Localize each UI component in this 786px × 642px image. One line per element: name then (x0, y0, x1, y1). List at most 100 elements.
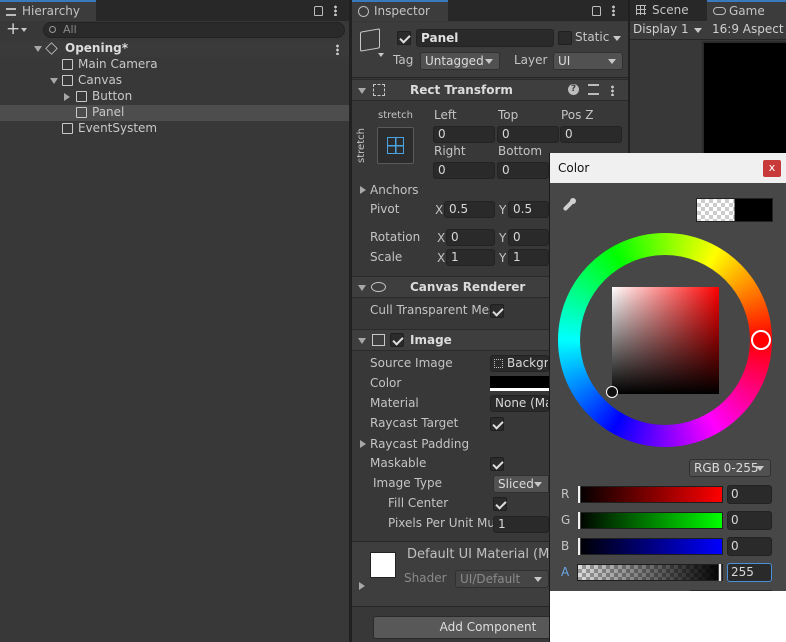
fill-center-label: Fill Center (388, 496, 449, 510)
scale-y-field[interactable]: 1 (508, 249, 549, 266)
image-type-label: Image Type (373, 476, 442, 490)
pivot-x-field[interactable]: 0.5 (444, 201, 495, 218)
hierarchy-search-field[interactable]: All (43, 22, 345, 38)
g-slider[interactable] (577, 511, 723, 530)
r-value-field[interactable]: 0 (727, 485, 772, 504)
right-label: Right (434, 144, 466, 158)
right-field[interactable]: 0 (433, 162, 495, 179)
b-slider-thumb[interactable] (577, 537, 581, 556)
g-value-field[interactable]: 0 (727, 511, 772, 530)
raycast-target-checkbox[interactable] (490, 417, 504, 431)
foldout-arrow-icon[interactable] (358, 338, 366, 344)
ppu-field[interactable]: 1 (493, 516, 549, 533)
maskable-checkbox[interactable] (490, 457, 504, 471)
scale-x-field[interactable]: 1 (446, 249, 495, 266)
posz-field[interactable]: 0 (560, 126, 622, 143)
help-icon[interactable]: ? (568, 84, 579, 95)
aspect-dropdown[interactable]: 16:9 Aspect (712, 22, 784, 36)
material-foldout-icon[interactable] (359, 582, 365, 590)
expand-arrow-icon[interactable] (34, 46, 42, 52)
rotation-x-label: X (437, 231, 446, 245)
scene-row[interactable]: Opening* (0, 41, 349, 57)
active-checkbox[interactable] (397, 31, 411, 45)
static-checkbox[interactable] (558, 31, 572, 45)
a-value-field[interactable]: 255 (727, 563, 772, 582)
rect-transform-header[interactable]: Rect Transform ? (352, 79, 628, 101)
cull-checkbox[interactable] (490, 304, 504, 318)
a-slider[interactable] (577, 563, 723, 582)
pivot-x-label: X (435, 203, 444, 217)
add-button[interactable]: + (4, 19, 34, 39)
raycast-padding-label[interactable]: Raycast Padding (370, 437, 469, 451)
object-name-field[interactable]: Panel (416, 29, 554, 47)
sv-handle[interactable] (606, 386, 618, 398)
tab-scene[interactable]: Scene (630, 0, 706, 21)
r-slider-thumb[interactable] (577, 485, 581, 504)
hierarchy-item-eventsystem[interactable]: EventSystem (0, 121, 349, 137)
foldout-arrow-icon[interactable] (358, 88, 366, 94)
hierarchy-item-button[interactable]: Button (0, 89, 349, 105)
hierarchy-item-panel[interactable]: Panel (0, 105, 349, 121)
tab-inspector[interactable]: Inspector (352, 0, 448, 21)
b-slider[interactable] (577, 537, 723, 556)
a-label: A (561, 565, 570, 579)
raycast-padding-foldout-icon[interactable] (360, 440, 366, 448)
saturation-value-square[interactable] (612, 287, 719, 394)
r-slider[interactable] (577, 485, 723, 504)
anchors-label[interactable]: Anchors (370, 183, 419, 197)
preset-sliders-icon[interactable] (588, 84, 599, 95)
rotation-x-field[interactable]: 0 (446, 229, 495, 246)
scale-y-label: Y (499, 251, 507, 265)
bottom-field[interactable]: 0 (497, 162, 549, 179)
anchors-foldout-icon[interactable] (360, 186, 366, 194)
tab-game[interactable]: Game (707, 0, 786, 21)
close-button[interactable]: x (763, 160, 781, 177)
rotation-y-field[interactable]: 0 (508, 229, 549, 246)
a-slider-thumb[interactable] (718, 563, 722, 582)
image-enabled-checkbox[interactable] (390, 333, 404, 347)
gamepad-icon (713, 7, 726, 15)
scale-x-label: X (437, 251, 446, 265)
gameobject-large-icon[interactable] (360, 28, 380, 52)
shader-dropdown[interactable]: UI/Default (455, 570, 549, 588)
inspector-menu-icon[interactable] (612, 5, 615, 16)
menu-kebab-icon[interactable] (334, 5, 337, 16)
color-picker-titlebar[interactable]: Color (550, 153, 786, 183)
material-field[interactable]: None (Ma (490, 395, 549, 412)
b-value-field[interactable]: 0 (727, 537, 772, 556)
display-dropdown[interactable]: Display 1 (631, 21, 705, 40)
lock-icon[interactable] (314, 6, 323, 16)
color-swatch-field[interactable] (490, 376, 549, 391)
static-dropdown[interactable]: Static (573, 29, 623, 47)
tab-hierarchy[interactable]: Hierarchy (0, 0, 96, 21)
hue-handle[interactable] (751, 330, 771, 350)
layer-dropdown[interactable]: UI (553, 52, 623, 70)
component-menu-icon[interactable] (611, 85, 614, 96)
canvas-renderer-title: Canvas Renderer (410, 280, 526, 294)
color-picker-window: Color x RGB 0-255 R 0 G 0 B 0 A 255 (549, 153, 786, 642)
gameobject-icon (62, 75, 73, 86)
g-slider-thumb[interactable] (577, 511, 581, 530)
fill-center-checkbox[interactable] (493, 497, 507, 511)
pivot-y-field[interactable]: 0.5 (508, 201, 549, 218)
tag-dropdown[interactable]: Untagged (420, 52, 500, 70)
source-image-field[interactable]: Backgr (490, 355, 549, 372)
left-label: Left (434, 108, 457, 122)
rect-transform-title: Rect Transform (410, 83, 513, 97)
expand-arrow-icon[interactable] (50, 78, 58, 84)
color-preview-swatch (696, 198, 773, 222)
top-label: Top (498, 108, 519, 122)
collapse-arrow-icon[interactable] (64, 93, 70, 101)
image-type-dropdown[interactable]: Sliced (493, 475, 549, 493)
hierarchy-item-main-camera[interactable]: Main Camera (0, 57, 349, 73)
anchor-preset-icon (387, 137, 404, 154)
icon-dropdown-arrow[interactable] (378, 53, 384, 57)
foldout-arrow-icon[interactable] (358, 285, 366, 291)
color-mode-dropdown[interactable]: RGB 0-255 (689, 459, 771, 477)
anchor-preset-button[interactable] (377, 127, 414, 164)
scene-menu-icon[interactable] (336, 44, 339, 55)
hierarchy-item-canvas[interactable]: Canvas (0, 73, 349, 89)
left-field[interactable]: 0 (433, 126, 495, 143)
top-field[interactable]: 0 (497, 126, 559, 143)
inspector-lock-icon[interactable] (592, 6, 601, 16)
